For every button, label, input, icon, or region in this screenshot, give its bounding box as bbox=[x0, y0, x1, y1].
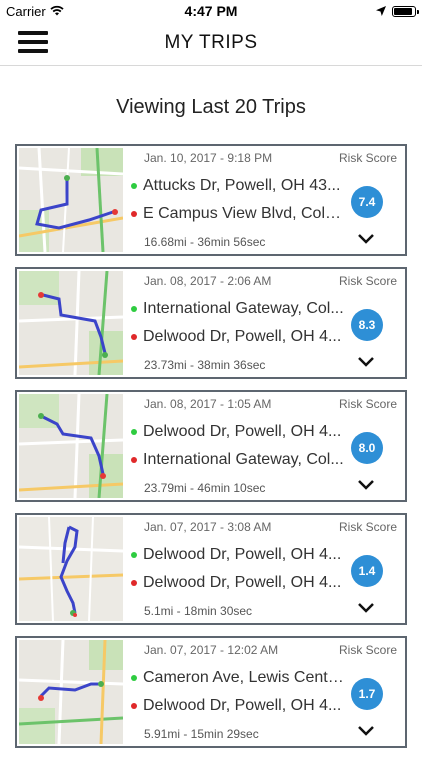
trip-date: Jan. 08, 2017 - 1:05 AM bbox=[144, 397, 272, 411]
risk-score-badge: 1.4 bbox=[351, 555, 383, 587]
trip-start-row: Delwood Dr, Powell, OH 4... bbox=[131, 423, 345, 441]
trip-card[interactable]: Jan. 08, 2017 - 1:05 AM Risk Score Delwo… bbox=[15, 390, 407, 502]
trip-end-address: Delwood Dr, Powell, OH 4... bbox=[143, 574, 342, 591]
trip-map-thumbnail bbox=[19, 271, 123, 375]
trip-start-address: Attucks Dr, Powell, OH 43... bbox=[143, 177, 341, 194]
trip-stats: 5.91mi - 15min 29sec bbox=[144, 727, 259, 741]
start-dot-icon bbox=[131, 429, 137, 435]
trip-date: Jan. 07, 2017 - 12:02 AM bbox=[144, 643, 279, 657]
trip-stats: 23.79mi - 46min 10sec bbox=[144, 481, 266, 495]
nav-bar: MY TRIPS bbox=[0, 22, 422, 66]
trip-start-address: Delwood Dr, Powell, OH 4... bbox=[143, 423, 342, 440]
trip-end-row: Delwood Dr, Powell, OH 4... bbox=[131, 574, 345, 592]
risk-score-label: Risk Score bbox=[338, 274, 397, 288]
chevron-down-icon[interactable] bbox=[357, 478, 375, 490]
trip-stats: 16.68mi - 36min 56sec bbox=[144, 235, 266, 249]
trip-card[interactable]: Jan. 07, 2017 - 12:02 AM Risk Score Came… bbox=[15, 636, 407, 748]
trip-card[interactable]: Jan. 10, 2017 - 9:18 PM Risk Score Attuc… bbox=[15, 144, 407, 256]
trip-start-address: International Gateway, Col... bbox=[143, 300, 344, 317]
trip-end-row: E Campus View Blvd, Colu... bbox=[131, 205, 345, 223]
trip-card[interactable]: Jan. 07, 2017 - 3:08 AM Risk Score Delwo… bbox=[15, 513, 407, 625]
trip-date: Jan. 08, 2017 - 2:06 AM bbox=[144, 274, 272, 288]
trip-end-address: International Gateway, Col... bbox=[143, 451, 344, 468]
chevron-down-icon[interactable] bbox=[357, 601, 375, 613]
trip-end-address: Delwood Dr, Powell, OH 4... bbox=[143, 697, 342, 714]
end-dot-icon bbox=[131, 703, 137, 709]
location-arrow-icon bbox=[376, 4, 386, 19]
trip-stats: 23.73mi - 38min 36sec bbox=[144, 358, 266, 372]
risk-score-label: Risk Score bbox=[338, 643, 397, 657]
risk-score-label: Risk Score bbox=[338, 397, 397, 411]
risk-score-badge: 8.3 bbox=[351, 309, 383, 341]
wifi-icon bbox=[50, 4, 64, 19]
chevron-down-icon[interactable] bbox=[357, 724, 375, 736]
chevron-down-icon[interactable] bbox=[357, 232, 375, 244]
trip-map-thumbnail bbox=[19, 394, 123, 498]
trip-end-row: Delwood Dr, Powell, OH 4... bbox=[131, 697, 345, 715]
start-dot-icon bbox=[131, 306, 137, 312]
trip-date: Jan. 10, 2017 - 9:18 PM bbox=[144, 151, 273, 165]
risk-score-label: Risk Score bbox=[338, 520, 397, 534]
trip-start-row: Attucks Dr, Powell, OH 43... bbox=[131, 177, 345, 195]
trip-start-row: Delwood Dr, Powell, OH 4... bbox=[131, 546, 345, 564]
trip-end-address: E Campus View Blvd, Colu... bbox=[143, 205, 345, 222]
risk-score-badge: 1.7 bbox=[351, 678, 383, 710]
end-dot-icon bbox=[131, 334, 137, 340]
start-dot-icon bbox=[131, 675, 137, 681]
risk-score-badge: 7.4 bbox=[351, 186, 383, 218]
trip-start-address: Cameron Ave, Lewis Cente... bbox=[143, 669, 345, 686]
trip-map-thumbnail bbox=[19, 148, 123, 252]
trip-card[interactable]: Jan. 08, 2017 - 2:06 AM Risk Score Inter… bbox=[15, 267, 407, 379]
trip-stats: 5.1mi - 18min 30sec bbox=[144, 604, 253, 618]
trip-map-thumbnail bbox=[19, 640, 123, 744]
end-dot-icon bbox=[131, 580, 137, 586]
trip-start-row: International Gateway, Col... bbox=[131, 300, 345, 318]
end-dot-icon bbox=[131, 457, 137, 463]
trip-end-row: International Gateway, Col... bbox=[131, 451, 345, 469]
risk-score-badge: 8.0 bbox=[351, 432, 383, 464]
start-dot-icon bbox=[131, 183, 137, 189]
end-dot-icon bbox=[131, 211, 137, 217]
chevron-down-icon[interactable] bbox=[357, 355, 375, 367]
trip-list: Jan. 10, 2017 - 9:18 PM Risk Score Attuc… bbox=[15, 144, 407, 759]
page-title: MY TRIPS bbox=[164, 32, 258, 53]
trip-start-address: Delwood Dr, Powell, OH 4... bbox=[143, 546, 342, 563]
trip-end-address: Delwood Dr, Powell, OH 4... bbox=[143, 328, 342, 345]
carrier-label: Carrier bbox=[6, 3, 46, 19]
trip-end-row: Delwood Dr, Powell, OH 4... bbox=[131, 328, 345, 346]
trip-start-row: Cameron Ave, Lewis Cente... bbox=[131, 669, 345, 687]
status-bar: Carrier 4:47 PM bbox=[0, 0, 422, 22]
risk-score-label: Risk Score bbox=[338, 151, 397, 165]
start-dot-icon bbox=[131, 552, 137, 558]
battery-icon bbox=[392, 5, 419, 17]
status-right bbox=[376, 4, 422, 19]
trip-map-thumbnail bbox=[19, 517, 123, 621]
trip-date: Jan. 07, 2017 - 3:08 AM bbox=[144, 520, 272, 534]
section-title: Viewing Last 20 Trips bbox=[116, 96, 306, 118]
status-left: Carrier bbox=[0, 4, 64, 19]
